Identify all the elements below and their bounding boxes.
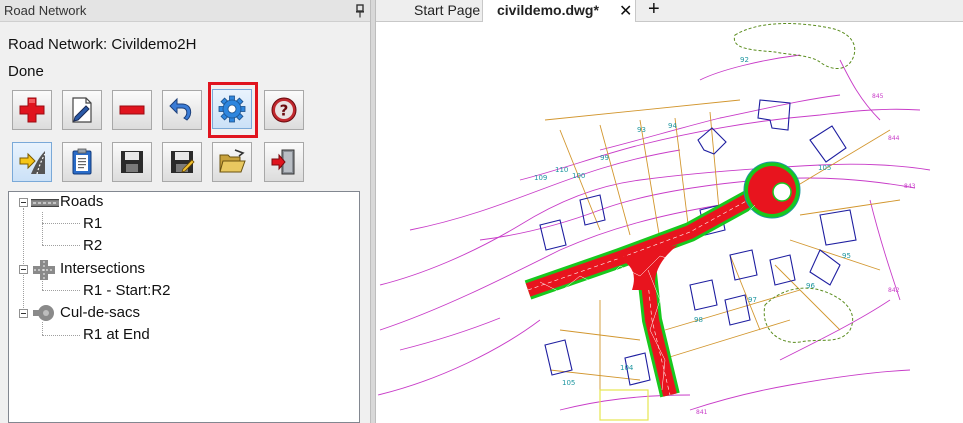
contour-label: 842 [888, 287, 900, 294]
remove-icon [119, 105, 145, 115]
culdesac-icon [33, 305, 54, 321]
lot-label: 105 [818, 164, 831, 172]
lot-label: 104 [620, 364, 634, 372]
lot-label: 99 [600, 154, 609, 162]
lot-label: 96 [806, 282, 815, 290]
roads-expander[interactable] [19, 198, 28, 207]
lot-label: 105 [562, 379, 575, 387]
contour-label: 841 [696, 409, 708, 416]
add-icon [19, 97, 45, 123]
tree-culdesacs-line [42, 322, 43, 335]
lot-label: 94 [668, 122, 677, 130]
intersections-expander[interactable] [19, 265, 28, 274]
tab-start-page[interactable]: Start Page [390, 0, 487, 22]
tree-item-intersections[interactable]: Intersections [60, 260, 145, 277]
undo-icon [169, 97, 192, 121]
tree-connector [42, 335, 80, 336]
save-icon [121, 151, 143, 173]
save-as-icon [171, 151, 195, 173]
lot-label: 98 [694, 316, 703, 324]
help-icon: ? [271, 97, 297, 123]
close-tab-icon[interactable]: ✕ [619, 1, 632, 21]
tab-civildemo[interactable]: civildemo.dwg* ✕ [482, 0, 636, 22]
tree-roads-line [42, 212, 43, 245]
open-folder-icon [219, 149, 246, 173]
undo-button[interactable] [162, 90, 202, 130]
road-icon [31, 199, 59, 207]
road-import-icon [19, 151, 46, 175]
lot-label: 92 [740, 56, 749, 64]
tree-item-culdesacs[interactable]: Cul-de-sacs [60, 304, 140, 321]
edit-icon [72, 97, 92, 123]
edit-button[interactable] [62, 90, 102, 130]
lot-label: 97 [748, 296, 757, 304]
add-button[interactable] [12, 90, 52, 130]
tree-item-road[interactable]: R1 [83, 215, 102, 232]
contour-label: 844 [888, 135, 900, 142]
pin-icon[interactable] [354, 4, 366, 18]
report-button[interactable] [62, 142, 102, 182]
tab-civildemo-label: civildemo.dwg* [497, 2, 599, 18]
road-import-button[interactable] [12, 142, 52, 182]
tree-connector [42, 223, 80, 224]
lot-label: 100 [572, 172, 585, 180]
document-tabstrip: Start Page civildemo.dwg* ✕ + [376, 0, 963, 22]
culdesacs-expander[interactable] [19, 309, 28, 318]
lot-label: 93 [637, 126, 646, 134]
tree-connector [42, 245, 80, 246]
lot-label: 110 [555, 166, 568, 174]
remove-button[interactable] [112, 90, 152, 130]
help-button[interactable]: ? [264, 90, 304, 130]
network-name-label: Road Network: Civildemo2H [8, 36, 197, 53]
save-button[interactable] [112, 142, 152, 182]
tree-item-intersection[interactable]: R1 - Start:R2 [83, 282, 171, 299]
tab-start-page-label: Start Page [414, 2, 481, 18]
exit-button[interactable] [264, 142, 304, 182]
tree-root-line [23, 208, 24, 314]
tree-item-culdesac[interactable]: R1 at End [83, 326, 150, 343]
contour-label-group: 845 844 843 842 841 [696, 93, 916, 416]
lot-label: 95 [842, 252, 851, 260]
road-network-tree[interactable]: Roads R1 R2 Intersections R1 - Start:R2 … [8, 191, 360, 423]
svg-text:?: ? [280, 102, 289, 120]
building-footprints [539, 99, 857, 386]
lot-label: 109 [534, 174, 547, 182]
road-corridor [524, 161, 801, 398]
open-button[interactable] [212, 142, 252, 182]
exit-icon [271, 149, 295, 175]
save-as-button[interactable] [162, 142, 202, 182]
report-clipboard-icon [72, 148, 92, 175]
contour-label: 845 [872, 93, 884, 100]
status-label: Done [8, 63, 44, 80]
yellow-parcel [599, 389, 649, 421]
panel-title: Road Network [4, 3, 87, 18]
site-plan-drawing: 92 93 94 95 96 97 98 99 100 104 105 105 … [377, 23, 931, 421]
tree-item-road[interactable]: R2 [83, 237, 102, 254]
contour-label: 843 [904, 183, 916, 190]
new-tab-icon[interactable]: + [648, 0, 660, 21]
tree-connector [42, 290, 80, 291]
road-network-panel: Road Network Road Network: Civildemo2H D… [0, 0, 370, 423]
tree-item-roads[interactable]: Roads [60, 193, 103, 210]
panel-titlebar: Road Network [0, 0, 370, 22]
settings-highlight-box [208, 82, 258, 138]
drawing-canvas[interactable]: 92 93 94 95 96 97 98 99 100 104 105 105 … [376, 22, 963, 423]
intersection-icon [33, 260, 55, 280]
